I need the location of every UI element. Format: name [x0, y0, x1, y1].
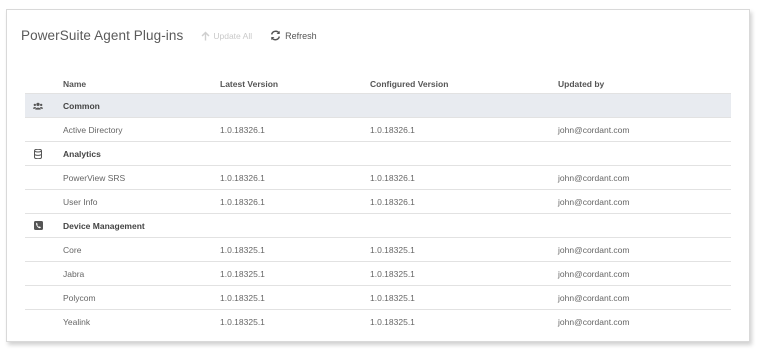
configured-version: 1.0.18326.1	[370, 172, 415, 183]
plugin-name: Core	[63, 244, 82, 255]
latest-version: 1.0.18325.1	[220, 268, 265, 279]
plugin-name: User Info	[63, 196, 98, 207]
table-header: Name Latest Version Configured Version U…	[25, 66, 731, 94]
plugin-name: Active Directory	[63, 124, 123, 135]
configured-version: 1.0.18326.1	[370, 196, 415, 207]
table-row[interactable]: User Info 1.0.18326.1 1.0.18326.1 john@c…	[25, 190, 731, 214]
update-all-button[interactable]: Update All	[201, 31, 252, 41]
configured-version: 1.0.18325.1	[370, 268, 415, 279]
database-icon	[33, 148, 43, 159]
table-row[interactable]: PowerView SRS 1.0.18326.1 1.0.18326.1 jo…	[25, 166, 731, 190]
phone-square-icon	[33, 221, 43, 231]
updated-by: john@cordant.com	[558, 172, 630, 183]
configured-version: 1.0.18325.1	[370, 316, 415, 327]
updated-by: john@cordant.com	[558, 268, 630, 279]
table-row[interactable]: Yealink 1.0.18325.1 1.0.18325.1 john@cor…	[25, 310, 731, 333]
latest-version: 1.0.18325.1	[220, 244, 265, 255]
group-row-analytics[interactable]: Analytics	[25, 142, 731, 166]
configured-version: 1.0.18325.1	[370, 244, 415, 255]
plugins-table: Name Latest Version Configured Version U…	[25, 66, 731, 333]
latest-version: 1.0.18325.1	[220, 292, 265, 303]
updated-by: john@cordant.com	[558, 196, 630, 207]
panel-header: PowerSuite Agent Plug-ins Update All Ref…	[21, 28, 317, 43]
page-title: PowerSuite Agent Plug-ins	[21, 28, 184, 43]
updated-by: john@cordant.com	[558, 292, 630, 303]
group-label: Common	[63, 100, 100, 111]
arrow-up-icon	[201, 31, 210, 40]
plugin-name: PowerView SRS	[63, 172, 126, 183]
group-label: Device Management	[63, 220, 145, 231]
users-icon	[33, 101, 43, 111]
latest-version: 1.0.18326.1	[220, 196, 265, 207]
column-header-updated-by[interactable]: Updated by	[558, 79, 604, 89]
plugin-name: Yealink	[63, 316, 91, 327]
refresh-button[interactable]: Refresh	[270, 30, 317, 41]
refresh-icon	[271, 30, 281, 41]
table-row[interactable]: Jabra 1.0.18325.1 1.0.18325.1 john@corda…	[25, 262, 731, 286]
configured-version: 1.0.18326.1	[370, 124, 415, 135]
table-row[interactable]: Active Directory 1.0.18326.1 1.0.18326.1…	[25, 118, 731, 142]
table-row[interactable]: Polycom 1.0.18325.1 1.0.18325.1 john@cor…	[25, 286, 731, 310]
update-all-label: Update All	[213, 30, 253, 41]
updated-by: john@cordant.com	[558, 316, 630, 327]
column-header-name[interactable]: Name	[63, 79, 86, 89]
column-header-configured-version[interactable]: Configured Version	[370, 79, 448, 89]
group-label: Analytics	[63, 148, 101, 159]
latest-version: 1.0.18325.1	[220, 316, 265, 327]
column-header-latest-version[interactable]: Latest Version	[220, 79, 278, 89]
configured-version: 1.0.18325.1	[370, 292, 415, 303]
group-row-common[interactable]: Common	[25, 94, 731, 118]
latest-version: 1.0.18326.1	[220, 124, 265, 135]
latest-version: 1.0.18326.1	[220, 172, 265, 183]
updated-by: john@cordant.com	[558, 124, 630, 135]
plugins-panel: PowerSuite Agent Plug-ins Update All Ref…	[6, 9, 750, 342]
refresh-label: Refresh	[285, 30, 317, 41]
plugin-name: Polycom	[63, 292, 96, 303]
plugin-name: Jabra	[63, 268, 85, 279]
table-row[interactable]: Core 1.0.18325.1 1.0.18325.1 john@cordan…	[25, 238, 731, 262]
group-row-device-management[interactable]: Device Management	[25, 214, 731, 238]
updated-by: john@cordant.com	[558, 244, 630, 255]
